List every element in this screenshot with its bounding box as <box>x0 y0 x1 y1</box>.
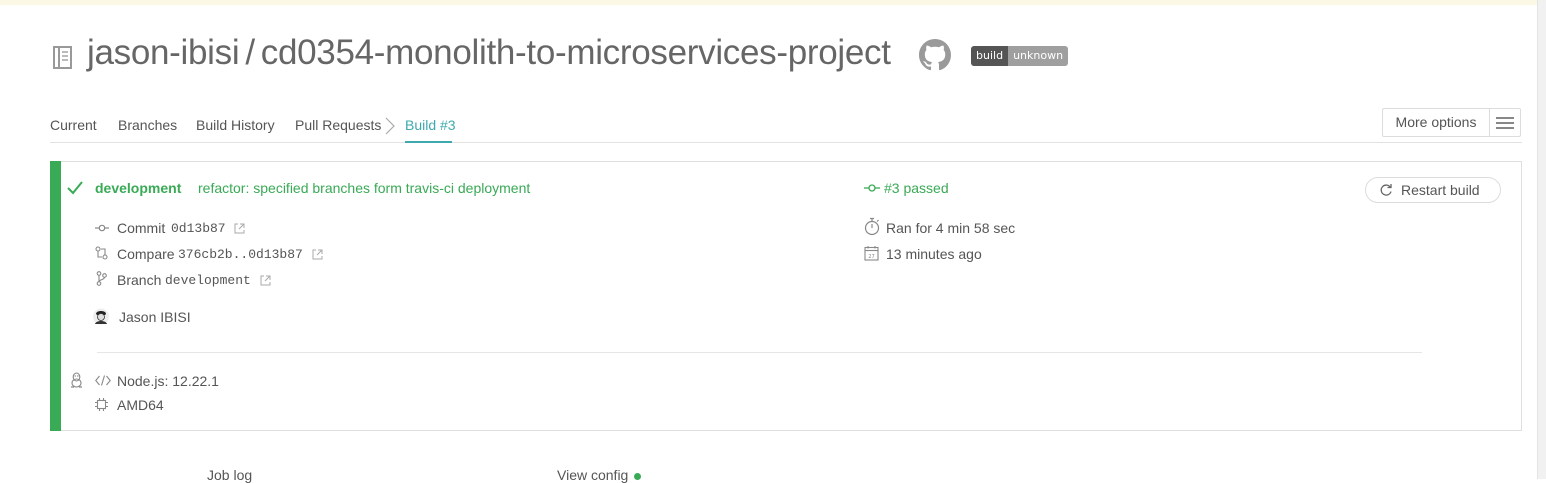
external-link-icon[interactable] <box>234 223 245 234</box>
branch-link[interactable]: development <box>165 273 251 288</box>
restart-build-label: Restart build <box>1401 182 1480 198</box>
restart-icon <box>1380 184 1392 196</box>
tab-pull-requests[interactable]: Pull Requests <box>295 117 381 133</box>
badge-value: unknown <box>1008 46 1069 66</box>
chevron-right-icon <box>385 117 395 135</box>
scrollbar[interactable] <box>1537 0 1546 479</box>
branch-name-link[interactable]: development <box>95 180 181 196</box>
tab-current[interactable]: Current <box>50 117 97 133</box>
external-link-icon[interactable] <box>260 275 271 286</box>
badge-label: build <box>971 46 1009 66</box>
check-icon <box>67 181 83 195</box>
repo-icon <box>53 46 72 69</box>
compare-label: Compare <box>117 246 175 262</box>
section-divider <box>97 352 1422 353</box>
restart-build-button[interactable]: Restart build <box>1365 177 1501 203</box>
repo-owner-link[interactable]: jason-ibisi <box>87 33 240 72</box>
arch-label: AMD64 <box>117 397 164 413</box>
more-options-button[interactable]: More options <box>1382 108 1521 137</box>
code-icon <box>95 375 111 386</box>
compare-icon <box>95 246 108 260</box>
tab-branches[interactable]: Branches <box>118 117 177 133</box>
build-duration: Ran for 4 min 58 sec <box>886 220 1016 236</box>
active-tab-indicator <box>405 141 452 143</box>
language-label: Node.js: 12.22.1 <box>117 373 219 389</box>
tab-build-3[interactable]: Build #3 <box>405 117 456 133</box>
avatar <box>93 308 109 325</box>
stopwatch-icon <box>864 217 880 236</box>
commit-message: refactor: specified branches form travis… <box>198 180 531 196</box>
view-config-tab[interactable]: View config <box>557 467 642 483</box>
notice-bar <box>0 0 1537 5</box>
github-icon[interactable] <box>919 39 951 71</box>
build-summary-card <box>50 161 1522 431</box>
commit-sha-link[interactable]: 0d13b87 <box>171 221 226 236</box>
calendar-icon: 27 <box>864 246 879 261</box>
commit-icon <box>95 224 109 232</box>
title-separator: / <box>245 33 255 72</box>
view-config-label: View config <box>557 467 629 483</box>
author-name: Jason IBISI <box>119 309 191 325</box>
build-status-badge[interactable]: build unknown <box>971 46 1069 66</box>
repo-name-link[interactable]: cd0354-monolith-to-microservices-project <box>261 33 891 72</box>
external-link-icon[interactable] <box>312 249 323 260</box>
tabs-divider <box>50 142 1522 143</box>
cpu-icon <box>95 398 108 411</box>
job-log-tab[interactable]: Job log <box>207 467 252 483</box>
compare-range-link[interactable]: 376cb2b..0d13b87 <box>178 247 303 262</box>
linux-icon <box>71 372 82 388</box>
build-finished-time: 13 minutes ago <box>886 246 982 262</box>
build-status-link[interactable]: #3 passed <box>884 180 949 196</box>
commit-label: Commit <box>117 220 166 236</box>
branch-icon <box>96 271 107 286</box>
svg-text:27: 27 <box>868 254 874 260</box>
status-color-bar <box>50 161 61 431</box>
branch-label: Branch <box>117 272 162 288</box>
commit-icon <box>864 184 880 192</box>
hamburger-icon <box>1490 109 1520 136</box>
tab-build-history[interactable]: Build History <box>196 117 275 133</box>
more-options-label: More options <box>1383 109 1490 136</box>
page-title: jason-ibisi / cd0354-monolith-to-microserv… <box>87 33 891 73</box>
